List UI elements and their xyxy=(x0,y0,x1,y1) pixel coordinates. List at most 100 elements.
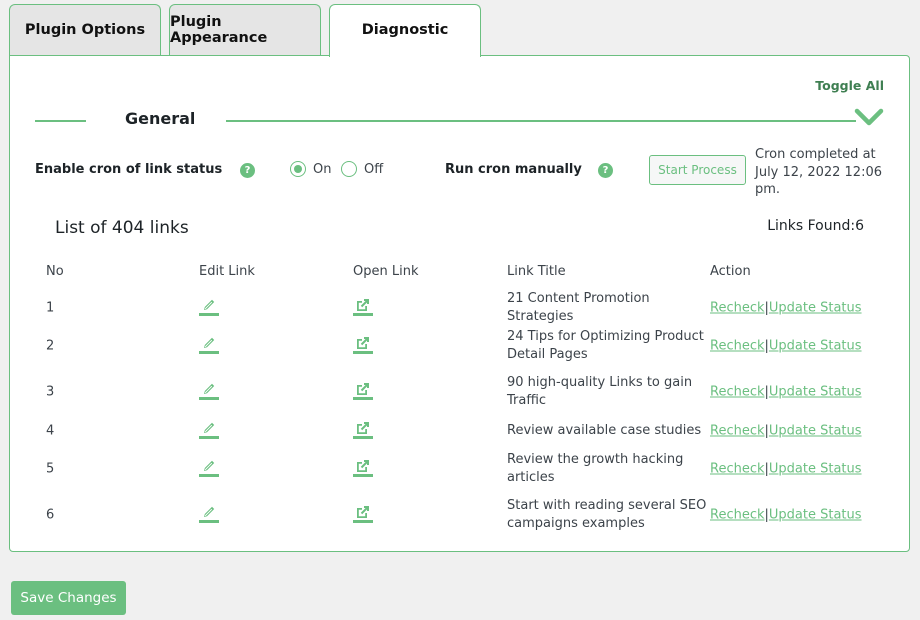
external-link-icon[interactable] xyxy=(353,380,373,400)
link-title: 90 high-quality Links to gain Traffic xyxy=(507,374,712,410)
toggle-all-link[interactable]: Toggle All xyxy=(815,78,884,93)
table-body: 1 21 Content Promotion Strategies Rechec… xyxy=(45,290,885,536)
save-changes-button[interactable]: Save Changes xyxy=(11,581,126,615)
table-row: 6 Start with reading several SEO campaig… xyxy=(45,494,885,536)
cron-enable-label: Enable cron of link status xyxy=(35,162,222,177)
row-actions: Recheck|Update Status xyxy=(710,339,862,354)
section-header-general[interactable]: General xyxy=(35,108,887,134)
edit-link[interactable] xyxy=(199,419,219,443)
table-row: 3 90 high-quality Links to gain Traffic … xyxy=(45,366,885,418)
row-number: 5 xyxy=(46,462,54,477)
external-link-icon[interactable] xyxy=(353,334,373,354)
list-title: List of 404 links xyxy=(55,218,189,238)
pencil-icon[interactable] xyxy=(199,296,219,316)
external-link-icon[interactable] xyxy=(353,457,373,477)
open-link[interactable] xyxy=(353,334,373,358)
row-actions: Recheck|Update Status xyxy=(710,462,862,477)
external-link-icon[interactable] xyxy=(353,296,373,316)
cron-options-row: Enable cron of link status ? On Off Run … xyxy=(35,146,895,196)
open-link[interactable] xyxy=(353,296,373,320)
help-glyph: ? xyxy=(603,165,609,176)
divider-line xyxy=(35,120,86,122)
pencil-icon[interactable] xyxy=(199,457,219,477)
recheck-link[interactable]: Recheck xyxy=(710,508,765,523)
tab-diagnostic[interactable]: Diagnostic xyxy=(329,4,481,57)
section-title: General xyxy=(125,109,195,128)
row-actions: Recheck|Update Status xyxy=(710,424,862,439)
divider-line xyxy=(226,120,856,122)
radio-on-option[interactable]: On xyxy=(290,161,331,177)
row-number: 4 xyxy=(46,424,54,439)
radio-off-label: Off xyxy=(364,162,383,177)
edit-link[interactable] xyxy=(199,457,219,481)
external-link-icon[interactable] xyxy=(353,419,373,439)
radio-on[interactable] xyxy=(290,161,306,177)
edit-link[interactable] xyxy=(199,503,219,527)
run-manual-label: Run cron manually xyxy=(445,162,582,177)
update-status-link[interactable]: Update Status xyxy=(769,301,862,316)
radio-off-option[interactable]: Off xyxy=(341,161,383,177)
links-table: No Edit Link Open Link Link Title Action… xyxy=(45,261,885,536)
cron-status-text: Cron completed at July 12, 2022 12:06 pm… xyxy=(755,146,885,199)
link-title: Review available case studies xyxy=(507,422,712,440)
open-link[interactable] xyxy=(353,380,373,404)
recheck-link[interactable]: Recheck xyxy=(710,385,765,400)
tab-label: Plugin Options xyxy=(25,22,145,38)
recheck-link[interactable]: Recheck xyxy=(710,424,765,439)
update-status-link[interactable]: Update Status xyxy=(769,462,862,477)
pencil-icon[interactable] xyxy=(199,419,219,439)
radio-on-label: On xyxy=(313,162,331,177)
link-title: 24 Tips for Optimizing Product Detail Pa… xyxy=(507,328,712,364)
table-row: 4 Review available case studies Recheck|… xyxy=(45,418,885,444)
chevron-down-icon[interactable] xyxy=(853,106,885,130)
help-icon[interactable]: ? xyxy=(598,163,613,178)
edit-link[interactable] xyxy=(199,380,219,404)
link-title: Review the growth hacking articles xyxy=(507,451,712,487)
edit-link[interactable] xyxy=(199,334,219,358)
table-row: 1 21 Content Promotion Strategies Rechec… xyxy=(45,290,885,326)
table-row: 2 24 Tips for Optimizing Product Detail … xyxy=(45,326,885,366)
pencil-icon[interactable] xyxy=(199,380,219,400)
header-link-title: Link Title xyxy=(507,264,566,279)
radio-off[interactable] xyxy=(341,161,357,177)
row-number: 1 xyxy=(46,301,54,316)
update-status-link[interactable]: Update Status xyxy=(769,385,862,400)
row-number: 2 xyxy=(46,339,54,354)
tab-label: Plugin Appearance xyxy=(170,14,320,46)
diagnostic-panel: Toggle All General Enable cron of link s… xyxy=(9,55,910,552)
help-icon[interactable]: ? xyxy=(240,163,255,178)
table-row: 5 Review the growth hacking articles Rec… xyxy=(45,444,885,494)
link-title: Start with reading several SEO campaigns… xyxy=(507,497,712,533)
row-number: 6 xyxy=(46,508,54,523)
recheck-link[interactable]: Recheck xyxy=(710,462,765,477)
header-edit-link: Edit Link xyxy=(199,264,255,279)
pencil-icon[interactable] xyxy=(199,334,219,354)
open-link[interactable] xyxy=(353,419,373,443)
tab-plugin-appearance[interactable]: Plugin Appearance xyxy=(169,4,321,56)
link-title: 21 Content Promotion Strategies xyxy=(507,290,712,326)
open-link[interactable] xyxy=(353,457,373,481)
header-no: No xyxy=(46,264,64,279)
tab-plugin-options[interactable]: Plugin Options xyxy=(9,4,161,56)
row-number: 3 xyxy=(46,385,54,400)
open-link[interactable] xyxy=(353,503,373,527)
external-link-icon[interactable] xyxy=(353,503,373,523)
row-actions: Recheck|Update Status xyxy=(710,301,862,316)
recheck-link[interactable]: Recheck xyxy=(710,339,765,354)
row-actions: Recheck|Update Status xyxy=(710,508,862,523)
header-action: Action xyxy=(710,264,751,279)
help-glyph: ? xyxy=(245,165,251,176)
table-header: No Edit Link Open Link Link Title Action xyxy=(45,261,885,283)
update-status-link[interactable]: Update Status xyxy=(769,424,862,439)
recheck-link[interactable]: Recheck xyxy=(710,301,765,316)
update-status-link[interactable]: Update Status xyxy=(769,339,862,354)
start-process-button[interactable]: Start Process xyxy=(649,155,746,185)
update-status-link[interactable]: Update Status xyxy=(769,508,862,523)
pencil-icon[interactable] xyxy=(199,503,219,523)
tab-label: Diagnostic xyxy=(362,22,449,38)
radio-selected-dot xyxy=(294,165,302,173)
links-found-count: Links Found:6 xyxy=(767,218,864,234)
header-open-link: Open Link xyxy=(353,264,418,279)
edit-link[interactable] xyxy=(199,296,219,320)
row-actions: Recheck|Update Status xyxy=(710,385,862,400)
